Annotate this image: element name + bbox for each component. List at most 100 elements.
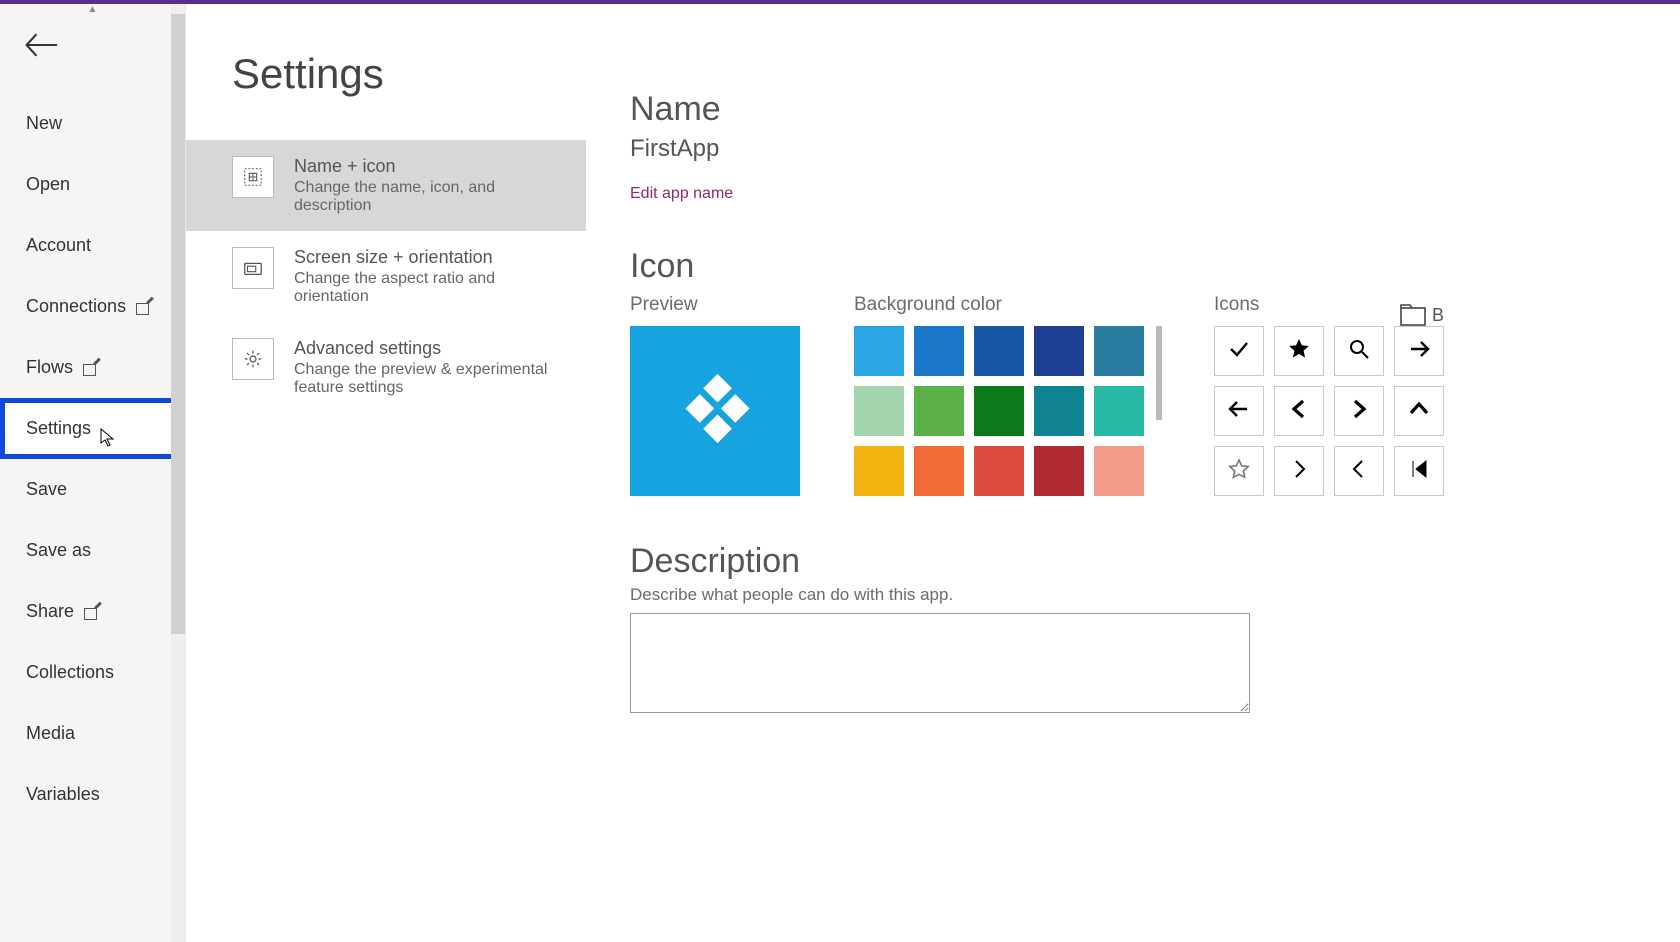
settings-card-name-icon[interactable]: Name + iconChange the name, icon, and de… [186, 140, 586, 231]
settings-card-desc: Change the name, icon, and description [294, 179, 564, 215]
sidebar-item-save-as[interactable]: Save as [0, 520, 185, 581]
sidebar-item-label: Account [26, 235, 91, 256]
description-input[interactable] [630, 613, 1250, 713]
app-name-value: FirstApp [630, 135, 1680, 163]
file-menu-sidebar: ▲ New Open Account Connections Flows Settings… [0, 0, 186, 942]
star-outline-icon [1227, 457, 1251, 486]
bgcolor-label: Background color [854, 294, 1144, 316]
bgcolor-swatch[interactable] [1094, 386, 1144, 436]
sidebar-item-save[interactable]: Save [0, 459, 185, 520]
icon-tile[interactable] [1334, 326, 1384, 376]
check-icon [1227, 337, 1251, 366]
edit-app-name-link[interactable]: Edit app name [630, 185, 733, 203]
settings-card-title: Name + icon [294, 156, 564, 177]
icon-tile[interactable] [1394, 446, 1444, 496]
icon-tile[interactable] [1214, 386, 1264, 436]
description-hint: Describe what people can do with this ap… [630, 585, 1680, 605]
sidebar-item-label: Flows [26, 357, 73, 378]
icon-tile[interactable] [1334, 386, 1384, 436]
icon-tile[interactable] [1274, 326, 1324, 376]
settings-card-advanced-settings[interactable]: Advanced settingsChange the preview & ex… [186, 322, 586, 413]
settings-card-screen-size-orientation[interactable]: Screen size + orientationChange the aspe… [186, 231, 586, 322]
bgcolor-swatch[interactable] [914, 326, 964, 376]
sidebar-item-label: Open [26, 174, 70, 195]
sidebar-item-account[interactable]: Account [0, 215, 185, 276]
sidebar-item-new[interactable]: New [0, 93, 185, 154]
bgcolor-swatch[interactable] [854, 446, 904, 496]
icon-tile[interactable] [1394, 386, 1444, 436]
bgcolor-swatch[interactable] [974, 446, 1024, 496]
name-icon [232, 156, 274, 198]
sidebar-item-open[interactable]: Open [0, 154, 185, 215]
icon-tile[interactable] [1274, 446, 1324, 496]
sidebar-scrollbar[interactable] [171, 0, 185, 942]
sidebar-item-label: Share [26, 601, 74, 622]
sidebar-item-label: Collections [26, 662, 114, 683]
chevron-left-bold-icon [1287, 397, 1311, 426]
chevron-up-bold-icon [1407, 397, 1431, 426]
bgcolor-swatch[interactable] [974, 326, 1024, 376]
bgcolor-swatch[interactable] [1094, 326, 1144, 376]
icons-label: Icons [1214, 294, 1259, 316]
description-heading: Description [630, 542, 1680, 581]
bgcolor-swatch[interactable] [854, 326, 904, 376]
sidebar-item-label: Save as [26, 540, 91, 561]
chevron-left-icon [1347, 457, 1371, 486]
bgcolor-swatch[interactable] [1034, 326, 1084, 376]
icon-tile[interactable] [1214, 326, 1264, 376]
app-title-bar [0, 0, 1680, 4]
sidebar-item-settings[interactable]: Settings [0, 398, 185, 459]
back-button[interactable] [0, 16, 185, 75]
preview-label: Preview [630, 294, 800, 316]
arrow-right-icon [1407, 337, 1431, 366]
gear-icon [232, 338, 274, 380]
search-icon [1347, 337, 1371, 366]
arrow-left-icon [1227, 397, 1251, 426]
sidebar-scroll-up[interactable]: ▲ [0, 6, 185, 16]
sidebar-item-label: New [26, 113, 62, 134]
settings-card-title: Screen size + orientation [294, 247, 564, 268]
icon-tile[interactable] [1274, 386, 1324, 436]
sidebar-item-connections[interactable]: Connections [0, 276, 185, 337]
browse-icon-button[interactable]: B [1400, 304, 1444, 326]
browse-label: B [1432, 305, 1444, 326]
bgcolor-scrollbar[interactable] [1156, 326, 1162, 420]
bgcolor-swatch[interactable] [1034, 386, 1084, 436]
settings-card-desc: Change the aspect ratio and orientation [294, 270, 564, 306]
bgcolor-swatch[interactable] [854, 386, 904, 436]
name-heading: Name [630, 90, 1680, 129]
settings-detail-panel: Name FirstApp Edit app name Icon Preview [586, 0, 1680, 942]
sidebar-item-label: Variables [26, 784, 100, 805]
icon-preview [630, 326, 800, 496]
bgcolor-swatch[interactable] [1034, 446, 1084, 496]
icon-heading: Icon [630, 247, 1680, 286]
sidebar-item-variables[interactable]: Variables [0, 764, 185, 825]
sidebar-item-label: Media [26, 723, 75, 744]
sidebar-item-flows[interactable]: Flows [0, 337, 185, 398]
bgcolor-swatch[interactable] [914, 386, 964, 436]
sidebar-item-share[interactable]: Share [0, 581, 185, 642]
sidebar-item-label: Settings [26, 418, 91, 439]
sidebar-item-collections[interactable]: Collections [0, 642, 185, 703]
bgcolor-swatch[interactable] [1094, 446, 1144, 496]
icon-tile[interactable] [1214, 446, 1264, 496]
bgcolor-swatch[interactable] [974, 386, 1024, 436]
sidebar-item-label: Connections [26, 296, 126, 317]
bgcolor-swatch[interactable] [914, 446, 964, 496]
chevron-right-bold-icon [1347, 397, 1371, 426]
app-icon-diamonds [677, 373, 753, 449]
screen-icon [232, 247, 274, 289]
sidebar-scrollbar-thumb[interactable] [171, 14, 185, 634]
chevron-right-icon [1287, 457, 1311, 486]
star-filled-icon [1287, 337, 1311, 366]
icon-tile[interactable] [1334, 446, 1384, 496]
external-link-icon [83, 361, 99, 375]
folder-icon [1400, 304, 1426, 326]
external-link-icon [84, 605, 100, 619]
icon-tile[interactable] [1394, 326, 1444, 376]
settings-category-panel: Settings Name + iconChange the name, ico… [186, 0, 586, 942]
external-link-icon [136, 300, 152, 314]
sidebar-item-media[interactable]: Media [0, 703, 185, 764]
skip-first-icon [1407, 457, 1431, 486]
back-arrow-icon [24, 30, 58, 60]
